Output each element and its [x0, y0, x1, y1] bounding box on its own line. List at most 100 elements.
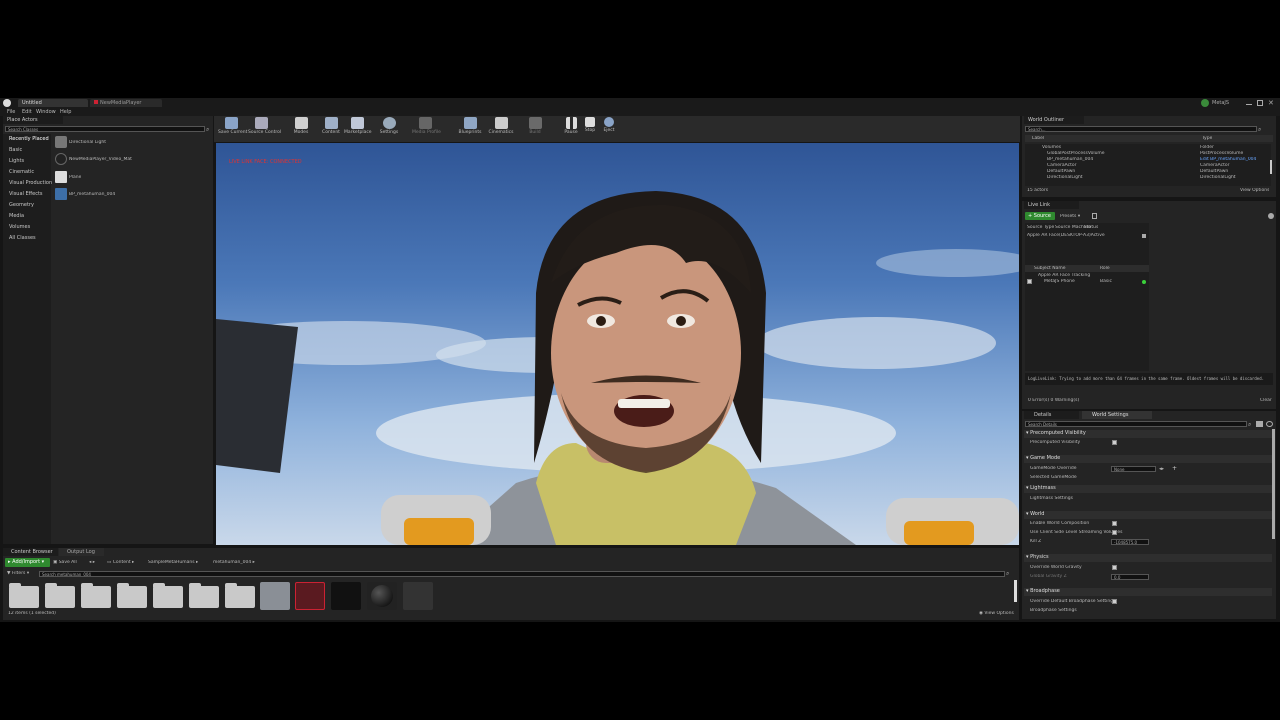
details-tab[interactable]: Details: [1024, 411, 1079, 419]
section-game-mode[interactable]: ▾ Game Mode: [1024, 455, 1272, 463]
outliner-row-label[interactable]: GlobalPostProcessVolume: [1047, 151, 1105, 156]
actor-item-directional-light[interactable]: Directional Light: [69, 140, 106, 145]
source-control-button[interactable]: Source Control: [248, 117, 281, 141]
content-view-options[interactable]: ◉ View Options: [979, 611, 1014, 616]
section-precomputed-visibility[interactable]: ▾ Precomputed Visibility: [1024, 430, 1272, 438]
modes-button[interactable]: Modes: [288, 117, 314, 141]
asset-thumbnail-material-sphere[interactable]: [367, 582, 397, 610]
world-composition-checkbox[interactable]: [1112, 521, 1117, 526]
window-tab-untitled[interactable]: Untitled: [18, 99, 88, 107]
place-actors-tab[interactable]: Place Actors: [3, 116, 63, 124]
category-visual-production[interactable]: Visual Production: [9, 180, 52, 186]
section-lightmass[interactable]: ▾ Lightmass: [1024, 485, 1272, 493]
add-icon[interactable]: +: [1172, 465, 1177, 472]
category-cinematic[interactable]: Cinematic: [9, 169, 34, 175]
client-streaming-checkbox[interactable]: [1112, 530, 1117, 535]
eject-button[interactable]: Eject: [596, 117, 622, 141]
level-viewport[interactable]: LIVE LINK FACE: CONNECTED: [216, 143, 1019, 545]
details-search-input[interactable]: Search Details: [1025, 421, 1247, 427]
outliner-view-options[interactable]: View Options: [1240, 188, 1269, 193]
settings-button[interactable]: Settings: [376, 117, 402, 141]
close-button[interactable]: ✕: [1268, 99, 1274, 107]
window-tab-media-player[interactable]: NewMediaPlayer: [90, 99, 162, 107]
global-gravity-input[interactable]: 0.0: [1111, 574, 1149, 580]
details-scrollbar[interactable]: [1272, 429, 1275, 539]
section-world[interactable]: ▾ World: [1024, 511, 1272, 519]
view-options-icon[interactable]: [1256, 421, 1263, 427]
add-import-button[interactable]: ▸ Add/Import ▾: [5, 558, 50, 567]
outliner-search-input[interactable]: Search...: [1025, 126, 1257, 132]
live-link-clear-button[interactable]: Clear: [1260, 398, 1272, 403]
category-all-classes[interactable]: All Classes: [9, 235, 36, 241]
category-geometry[interactable]: Geometry: [9, 202, 34, 208]
asset-folder[interactable]: [9, 583, 39, 608]
category-recently-placed[interactable]: Recently Placed: [9, 136, 49, 142]
outliner-row-label[interactable]: BP_metahuman_004: [1047, 157, 1093, 162]
override-gravity-checkbox[interactable]: [1112, 565, 1117, 570]
trash-icon[interactable]: [1092, 213, 1097, 219]
asset-thumbnail-media-player[interactable]: [295, 582, 325, 610]
eye-icon[interactable]: [1266, 421, 1273, 427]
prop-lightmass-settings[interactable]: Lightmass Settings: [1030, 496, 1073, 501]
category-volumes[interactable]: Volumes: [9, 224, 30, 230]
filters-button[interactable]: ▼ Filters ▾: [7, 571, 29, 576]
subject-name[interactable]: MetaJS Phone: [1044, 279, 1075, 284]
menu-edit[interactable]: Edit: [22, 109, 32, 115]
maximize-button[interactable]: [1257, 100, 1263, 106]
outliner-row-label[interactable]: DefaultPawn: [1047, 169, 1075, 174]
subject-group[interactable]: Apple AR Face Tracking: [1038, 273, 1090, 278]
asset-thumbnail-texture[interactable]: [331, 582, 361, 610]
asset-folder[interactable]: [81, 583, 111, 608]
category-lights[interactable]: Lights: [9, 158, 24, 164]
menu-help[interactable]: Help: [60, 109, 71, 115]
prop-broadphase-settings[interactable]: Broadphase Settings: [1030, 608, 1077, 613]
add-source-button[interactable]: + Source: [1025, 212, 1055, 220]
blueprints-button[interactable]: Blueprints: [457, 117, 483, 141]
outliner-row-label[interactable]: Volumes: [1042, 145, 1061, 150]
content-scrollbar[interactable]: [1014, 580, 1017, 602]
category-basic[interactable]: Basic: [9, 147, 22, 153]
asset-folder[interactable]: [189, 583, 219, 608]
actor-item-video-mat[interactable]: NewMediaPlayer_Video_Mat: [69, 157, 132, 162]
outliner-row-type-link[interactable]: Edit BP_metahuman_004: [1200, 157, 1256, 162]
kill-z-input[interactable]: -1048575.0: [1111, 539, 1149, 545]
save-current-button[interactable]: Save Current: [218, 117, 247, 141]
settings-gear-icon[interactable]: [1268, 213, 1274, 219]
prop-selected-gamemode[interactable]: Selected GameMode: [1030, 475, 1077, 480]
world-settings-tab[interactable]: World Settings: [1082, 411, 1152, 419]
remove-source-icon[interactable]: [1142, 234, 1146, 238]
source-row[interactable]: Apple AR Face(DESKTOP-A3)Active: [1027, 233, 1137, 238]
asset-folder[interactable]: [153, 583, 183, 608]
asset-folder[interactable]: [45, 583, 75, 608]
asset-thumbnail-metahuman[interactable]: [260, 582, 290, 610]
place-actors-search-input[interactable]: Search Classes: [5, 126, 205, 132]
build-button[interactable]: Build: [522, 117, 548, 141]
nav-back-button[interactable]: ◂ ▸: [89, 560, 95, 565]
category-media[interactable]: Media: [9, 213, 24, 219]
outliner-col-type[interactable]: Type: [1202, 136, 1212, 141]
asset-folder[interactable]: [117, 583, 147, 608]
content-button[interactable]: Content: [318, 117, 344, 141]
live-link-tab[interactable]: Live Link: [1024, 201, 1079, 209]
content-search-input[interactable]: Search metahuman_004: [39, 571, 1005, 577]
category-visual-effects[interactable]: Visual Effects: [9, 191, 43, 197]
content-browser-tab[interactable]: Content Browser: [3, 548, 58, 556]
asset-folder[interactable]: [225, 583, 255, 608]
subject-enabled-checkbox[interactable]: [1027, 279, 1032, 284]
menu-file[interactable]: File: [7, 109, 15, 115]
gamemode-override-select[interactable]: None: [1111, 466, 1156, 472]
world-outliner-tab[interactable]: World Outliner: [1024, 116, 1084, 124]
save-all-button[interactable]: ▣ Save All: [53, 560, 77, 565]
menu-window[interactable]: Window: [36, 109, 56, 115]
profile-avatar[interactable]: [1201, 99, 1209, 107]
minimize-button[interactable]: [1246, 104, 1252, 105]
actor-item-plane[interactable]: Plane: [69, 175, 81, 180]
override-broadphase-checkbox[interactable]: [1112, 599, 1117, 604]
outliner-row-label[interactable]: DirectionalLight: [1047, 175, 1083, 180]
arrow-icon[interactable]: ◂▸: [1159, 466, 1164, 472]
section-physics[interactable]: ▾ Physics: [1024, 554, 1272, 562]
outliner-row-label[interactable]: CameraActor: [1047, 163, 1077, 168]
breadcrumb-samplemetahumans[interactable]: SampleMetaHumans ▸: [148, 560, 198, 565]
presets-button[interactable]: Presets ▾: [1060, 214, 1080, 219]
outliner-scrollbar[interactable]: [1270, 160, 1272, 174]
